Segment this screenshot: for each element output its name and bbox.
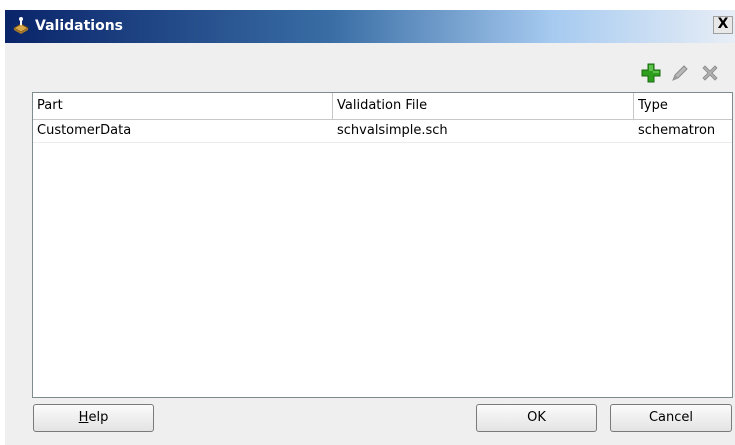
delete-x-icon[interactable] bbox=[699, 62, 721, 84]
validations-table: Part Validation File Type CustomerData s… bbox=[32, 92, 733, 398]
app-icon bbox=[12, 17, 30, 34]
help-button[interactable]: Help bbox=[33, 404, 154, 432]
validations-dialog: Validations X Part Validation File Type … bbox=[5, 10, 735, 445]
cell-part: CustomerData bbox=[37, 123, 132, 138]
column-header-part[interactable]: Part bbox=[33, 93, 333, 119]
help-mnemonic: H bbox=[78, 410, 89, 425]
cancel-label: Cancel bbox=[648, 410, 694, 425]
cell-type: schematron bbox=[638, 123, 716, 138]
close-icon: X bbox=[717, 16, 729, 32]
table-row[interactable]: CustomerData schvalsimple.sch schematron bbox=[33, 120, 732, 143]
close-button[interactable]: X bbox=[713, 16, 733, 34]
cancel-button[interactable]: Cancel bbox=[610, 404, 732, 432]
window-title: Validations bbox=[35, 18, 123, 34]
cell-validation-file: schvalsimple.sch bbox=[337, 123, 448, 138]
column-header-type[interactable]: Type bbox=[634, 93, 732, 119]
ok-button[interactable]: OK bbox=[476, 404, 597, 432]
table-header: Part Validation File Type bbox=[33, 93, 732, 120]
title-bar[interactable]: Validations X bbox=[5, 10, 735, 43]
help-label-rest: elp bbox=[88, 410, 109, 425]
column-header-validation-file[interactable]: Validation File bbox=[333, 93, 634, 119]
ok-label: OK bbox=[527, 410, 546, 425]
plus-icon[interactable] bbox=[640, 62, 662, 84]
pencil-icon[interactable] bbox=[669, 62, 691, 84]
